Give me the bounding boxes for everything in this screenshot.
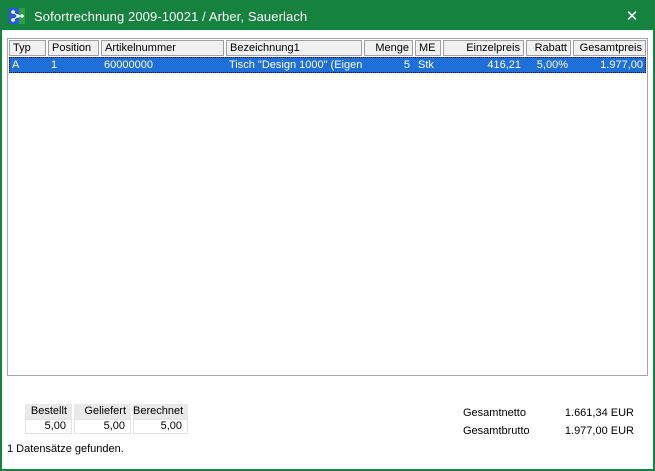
close-button[interactable]: ✕ — [611, 2, 653, 30]
column-header-gesamtpreis[interactable]: Gesamtpreis — [573, 40, 646, 56]
statusbar-text: 1 Datensätze gefunden. — [7, 443, 124, 455]
column-header-menge[interactable]: Menge — [364, 40, 413, 56]
total-netto-row: Gesamtnetto 1.661,34 EUR — [463, 407, 634, 419]
gesamtnetto-label: Gesamtnetto — [463, 407, 526, 419]
cell-menge: 5 — [364, 58, 413, 73]
summary-value-geliefert: 5,00 — [74, 419, 131, 434]
cell-typ: A — [9, 58, 46, 73]
summary-header-row: Bestellt Geliefert Berechnet — [25, 404, 188, 419]
column-header-rabatt[interactable]: Rabatt — [526, 40, 571, 56]
grid-header-row: Typ Position Artikelnummer Bezeichnung1 … — [8, 39, 647, 57]
column-header-typ[interactable]: Typ — [9, 40, 46, 56]
summary-value-row: 5,00 5,00 5,00 — [25, 419, 188, 434]
cell-gesamtpreis: 1.977,00 — [573, 58, 646, 73]
table-row-selected[interactable]: A 1 60000000 Tisch "Design 1000" (Eigenf… — [9, 57, 646, 73]
column-header-me[interactable]: ME — [415, 40, 441, 56]
cell-position: 1 — [48, 58, 99, 73]
app-icon — [9, 8, 25, 24]
gesamtbrutto-label: Gesamtbrutto — [463, 425, 530, 437]
column-header-position[interactable]: Position — [48, 40, 99, 56]
window-title: Sofortrechnung 2009-10021 / Arber, Sauer… — [34, 9, 307, 24]
content-area: Typ Position Artikelnummer Bezeichnung1 … — [2, 30, 653, 469]
summary-header-bestellt: Bestellt — [25, 404, 72, 419]
summary-header-geliefert: Geliefert — [74, 404, 131, 419]
summary-header-berechnet: Berechnet — [133, 404, 188, 419]
cell-einzelpreis: 416,21 — [443, 58, 524, 73]
column-header-einzelpreis[interactable]: Einzelpreis — [443, 40, 524, 56]
total-brutto-row: Gesamtbrutto 1.977,00 EUR — [463, 425, 634, 437]
totals-block: Gesamtnetto 1.661,34 EUR Gesamtbrutto 1.… — [463, 407, 634, 443]
positions-grid: Typ Position Artikelnummer Bezeichnung1 … — [7, 38, 648, 376]
sofortrechnung-window: Sofortrechnung 2009-10021 / Arber, Sauer… — [0, 0, 655, 471]
summary-value-berechnet: 5,00 — [133, 419, 188, 434]
cell-rabatt: 5,00% — [526, 58, 571, 73]
close-icon: ✕ — [626, 9, 639, 24]
titlebar: Sofortrechnung 2009-10021 / Arber, Sauer… — [2, 2, 653, 30]
summary-value-bestellt: 5,00 — [25, 419, 72, 434]
quantity-summary: Bestellt Geliefert Berechnet 5,00 5,00 5… — [25, 404, 188, 434]
gesamtbrutto-value: 1.977,00 EUR — [565, 425, 634, 437]
column-header-artikelnummer[interactable]: Artikelnummer — [101, 40, 224, 56]
column-header-bezeichnung1[interactable]: Bezeichnung1 — [226, 40, 362, 56]
gesamtnetto-value: 1.661,34 EUR — [565, 407, 634, 419]
cell-bezeichnung1: Tisch "Design 1000" (Eigenf — [226, 58, 362, 73]
cell-me: Stk — [415, 58, 441, 73]
cell-artikelnummer: 60000000 — [101, 58, 224, 73]
